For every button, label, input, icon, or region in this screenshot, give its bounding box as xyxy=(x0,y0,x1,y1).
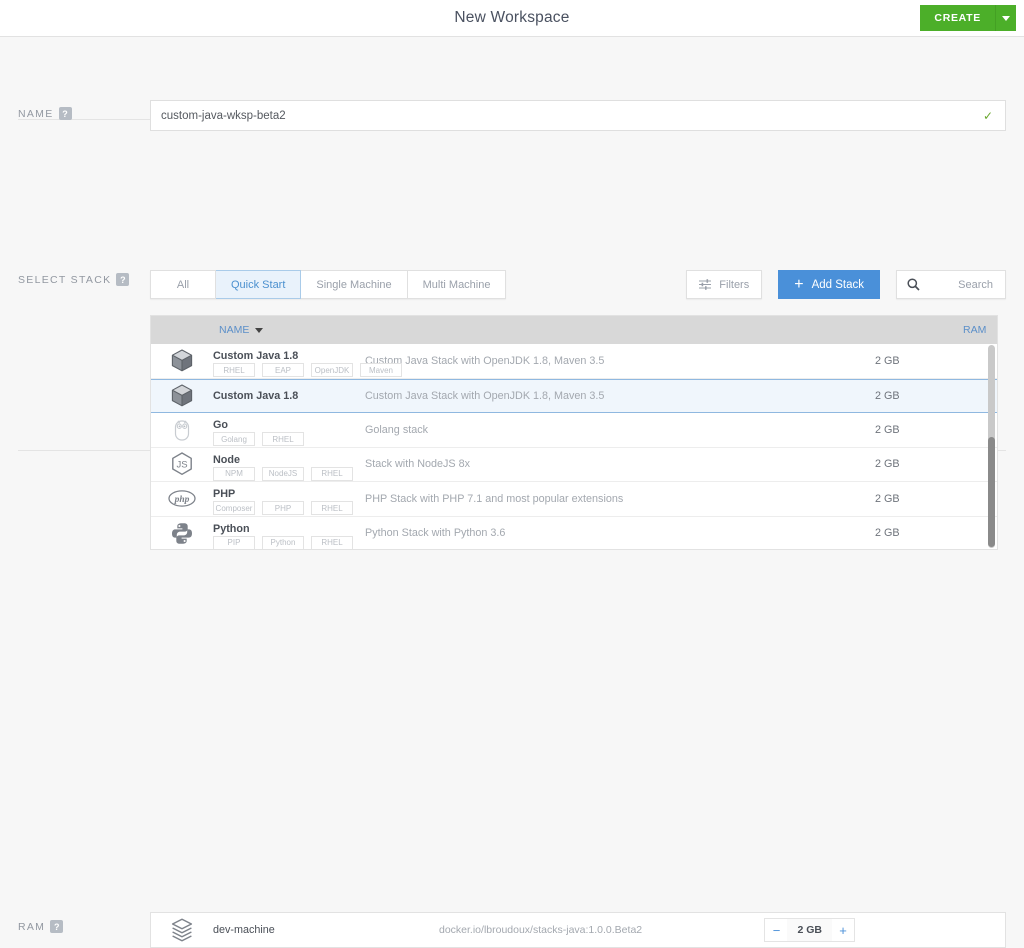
table-row[interactable]: Custom Java 1.8Custom Java Stack with Op… xyxy=(151,344,997,379)
table-row[interactable]: Go Golang stack Golang RHEL 2 GB xyxy=(151,413,997,448)
stack-tag: PIP xyxy=(213,536,255,550)
create-button[interactable]: CREATE xyxy=(920,5,995,31)
ram-increment-button[interactable]: + xyxy=(832,919,854,941)
row-content: Go Golang stack Golang RHEL 2 GB xyxy=(213,413,997,447)
stack-table: NAME RAM Custom Java 1.8 Custom Java Stac… xyxy=(150,315,998,550)
stack-description: Custom Java Stack with OpenJDK 1.8, Mave… xyxy=(365,390,604,402)
stack-tag: RHEL xyxy=(213,363,255,377)
column-header-name-label: NAME xyxy=(219,324,249,336)
stack-ram: 2 GB xyxy=(875,355,900,367)
stack-tab-quick-start[interactable]: Quick Start xyxy=(216,270,301,299)
go-gopher-icon xyxy=(151,418,213,442)
machine-row: dev-machine docker.io/lbroudoux/stacks-j… xyxy=(150,912,1006,948)
stack-toolbar: AllQuick StartSingle MachineMulti Machin… xyxy=(150,270,1006,299)
select-stack-section: SELECT STACK ? AllQuick StartSingle Mach… xyxy=(0,120,1024,450)
stack-description: Python Stack with Python 3.6 xyxy=(365,527,505,539)
cube-icon xyxy=(151,384,213,407)
stack-tag: RHEL xyxy=(262,432,304,446)
stack-toolbar-actions: Filters + Add Stack xyxy=(686,270,1006,299)
chevron-down-icon xyxy=(1002,16,1010,21)
table-row[interactable]: PythonPython Stack with Python 3.6PIPPyt… xyxy=(151,517,997,551)
table-row[interactable]: Custom Java 1.8 - Be... Custom Java Stack… xyxy=(151,379,997,414)
name-label-text: NAME xyxy=(18,108,54,120)
stack-description: Golang stack xyxy=(365,424,428,436)
stack-ram: 2 GB xyxy=(875,527,900,539)
ram-label-text: RAM xyxy=(18,921,45,933)
plus-icon: + xyxy=(794,277,803,293)
stack-tag: Golang xyxy=(213,432,255,446)
search-input[interactable] xyxy=(920,278,995,292)
stack-table-body: Custom Java 1.8 Custom Java Stack with Op… xyxy=(151,344,997,550)
sliders-icon xyxy=(699,279,711,290)
create-split-button: CREATE xyxy=(920,5,1016,31)
ram-section: RAM ? dev-machine docker.io/lbroudoux/st… xyxy=(0,451,1024,511)
stack-tags: PIP Python RHEL xyxy=(213,536,353,550)
stack-tag: EAP xyxy=(262,363,304,377)
stack-ram: 2 GB xyxy=(875,424,900,436)
python-icon xyxy=(151,522,213,545)
stack-layers-icon xyxy=(151,918,213,942)
name-section: NAME ? ✓ xyxy=(0,37,1024,119)
select-stack-help-icon[interactable]: ? xyxy=(116,273,129,286)
stack-tag: RHEL xyxy=(311,536,353,550)
page-title: New Workspace xyxy=(454,9,569,27)
column-header-ram[interactable]: RAM xyxy=(963,324,986,336)
stack-tab-single-machine[interactable]: Single Machine xyxy=(301,270,407,299)
stack-tags: Golang RHEL xyxy=(213,432,304,446)
stack-ram: 2 GB xyxy=(875,390,900,402)
stack-tag: Python xyxy=(262,536,304,550)
select-stack-label-text: SELECT STACK xyxy=(18,274,111,286)
stack-tag: Maven xyxy=(360,363,402,377)
ram-help-icon[interactable]: ? xyxy=(50,920,63,933)
stack-tab-multi-machine[interactable]: Multi Machine xyxy=(408,270,507,299)
machine-image: docker.io/lbroudoux/stacks-java:1.0.0.Be… xyxy=(439,924,642,936)
search-icon xyxy=(907,278,920,291)
cube-icon xyxy=(151,349,213,372)
row-content: Custom Java 1.8Custom Java Stack with Op… xyxy=(213,344,997,378)
stack-filter-tabs: AllQuick StartSingle MachineMulti Machin… xyxy=(150,270,506,299)
stack-table-header: NAME RAM xyxy=(151,316,997,344)
ram-label: RAM ? xyxy=(18,920,63,933)
filters-button-label: Filters xyxy=(719,279,749,291)
stack-tab-all[interactable]: All xyxy=(150,270,216,299)
filters-button[interactable]: Filters xyxy=(686,270,762,299)
stack-tag: OpenJDK xyxy=(311,363,353,377)
stack-name: Go xyxy=(213,419,228,431)
add-stack-button[interactable]: + Add Stack xyxy=(778,270,880,299)
name-label: NAME ? xyxy=(18,107,72,120)
stack-name: Custom Java 1.8 xyxy=(213,350,298,362)
column-header-name[interactable]: NAME xyxy=(151,324,263,336)
machine-name: dev-machine xyxy=(213,924,275,936)
create-dropdown-button[interactable] xyxy=(995,5,1016,31)
caret-down-icon[interactable] xyxy=(255,328,263,333)
stack-name: Custom Java 1.8 - Be... xyxy=(213,390,299,402)
name-help-icon[interactable]: ? xyxy=(59,107,72,120)
app-header: New Workspace CREATE xyxy=(0,0,1024,37)
add-stack-button-label: Add Stack xyxy=(812,279,864,291)
ram-decrement-button[interactable]: − xyxy=(765,919,787,941)
row-content: Custom Java 1.8 - Be... Custom Java Stack… xyxy=(213,380,997,413)
stack-tags: RHEL EAP OpenJDK Maven xyxy=(213,363,402,377)
select-stack-label: SELECT STACK ? xyxy=(18,273,129,286)
row-content: PythonPython Stack with Python 3.6PIPPyt… xyxy=(213,517,997,551)
ram-stepper: − 2 GB + xyxy=(764,918,855,942)
search-box[interactable] xyxy=(896,270,1006,299)
stack-scrollbar-track[interactable] xyxy=(988,345,995,548)
ram-value: 2 GB xyxy=(787,924,832,936)
stack-name: Python xyxy=(213,523,250,535)
